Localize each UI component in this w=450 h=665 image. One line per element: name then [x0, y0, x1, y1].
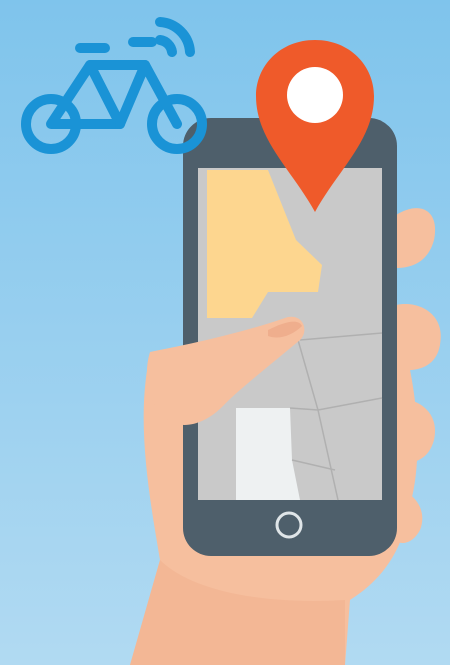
illustration-canvas	[0, 0, 450, 665]
illustration-scene	[0, 0, 450, 665]
map-block-white	[236, 408, 300, 500]
